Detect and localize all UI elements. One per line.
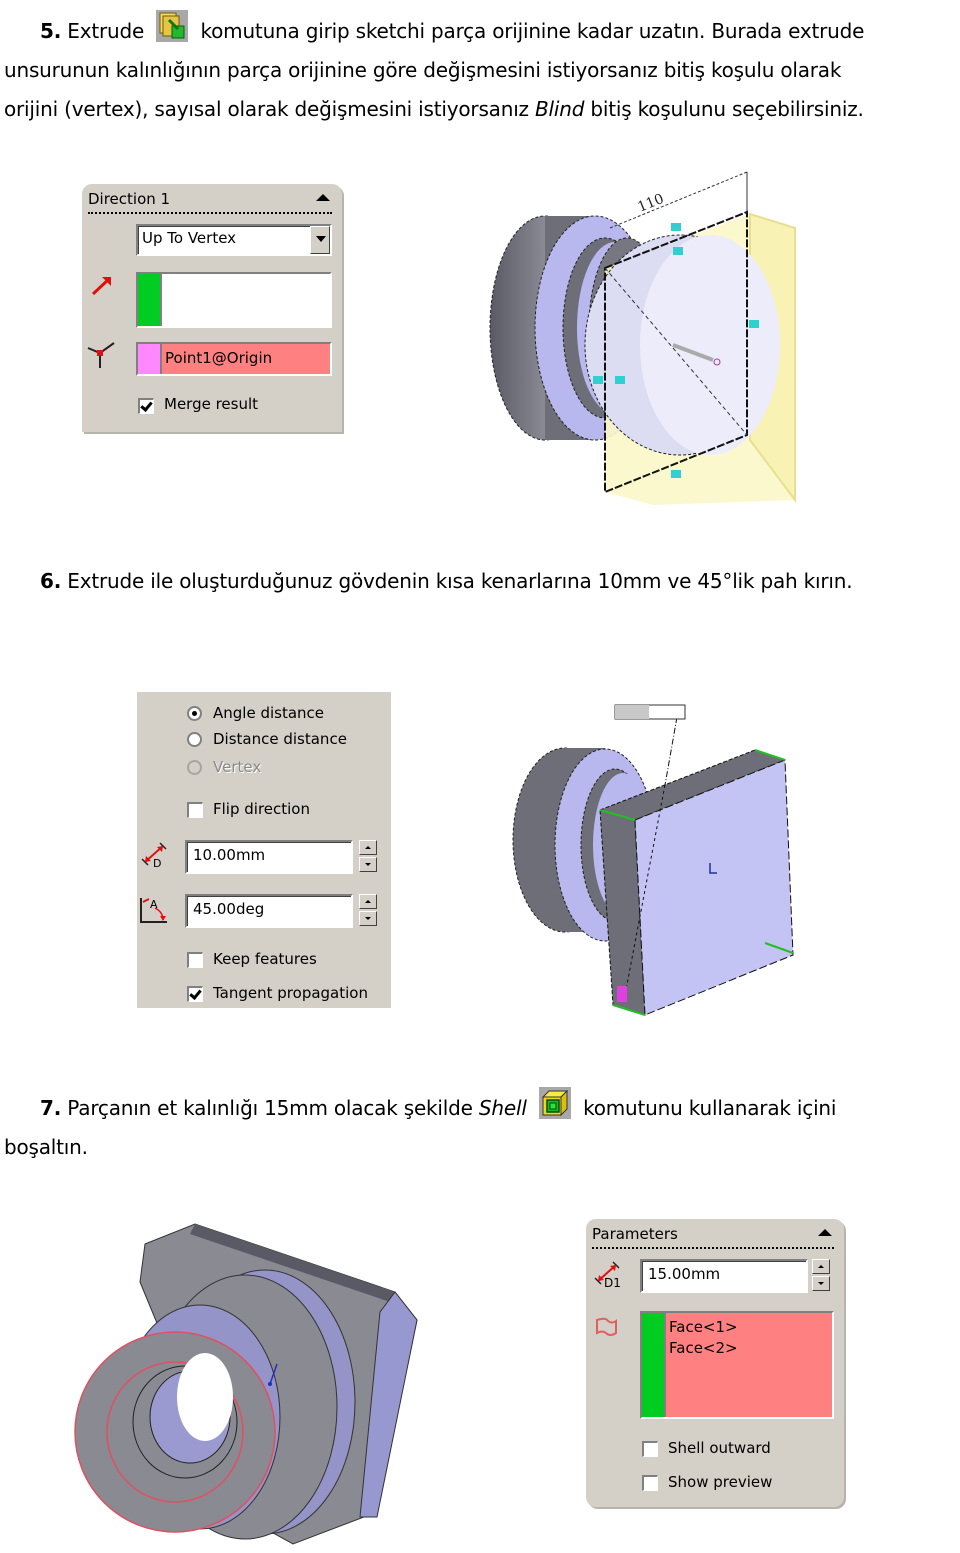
thickness-icon: D1 [594, 1261, 621, 1289]
panel-title: Parameters [592, 1225, 678, 1243]
divider [88, 212, 332, 214]
distance-spinner[interactable] [359, 840, 377, 874]
step5-text-extrude: Extrude [67, 19, 145, 43]
keep-features-checkbox[interactable] [187, 952, 203, 968]
extrude-preview-figure: 110 [489, 171, 796, 505]
distance-value: 10.00mm [193, 846, 266, 864]
spin-down-icon[interactable] [812, 1276, 830, 1291]
thickness-icon-label: D1 [604, 1276, 621, 1289]
faces-selection-box[interactable]: Face<1> Face<2> [640, 1311, 834, 1419]
spin-up-icon[interactable] [359, 840, 377, 855]
merge-result-checkbox[interactable] [138, 398, 154, 414]
step5-text-2: unsurunun kalınlığının parça orijinine g… [4, 58, 842, 82]
shell-result-figure [74, 1223, 418, 1545]
step5-text-3: orijini (vertex), sayısal olarak değişme… [4, 90, 960, 129]
angle-value: 45.00deg [193, 900, 265, 918]
end-condition-value: Up To Vertex [142, 229, 237, 247]
vertex-radio[interactable] [187, 760, 202, 775]
step7-text-shell: Shell [478, 1096, 527, 1120]
vertex-color-swatch [138, 344, 162, 374]
keep-features-label: Keep features [213, 950, 317, 968]
end-condition-dropdown[interactable]: Up To Vertex [136, 224, 332, 256]
faces-to-remove-icon [596, 1317, 617, 1336]
direction-arrow-icon[interactable] [90, 274, 116, 298]
tangent-propagation-checkbox[interactable] [187, 986, 203, 1002]
divider [592, 1247, 834, 1249]
vertex-selection-box[interactable]: Point1@Origin [136, 342, 332, 376]
distance-input[interactable]: 10.00mm [185, 840, 353, 874]
step5-number: 5. [40, 19, 62, 43]
faces-selection-list[interactable]: Face<1> Face<2> [666, 1313, 832, 1417]
direction-selection-list[interactable] [162, 274, 330, 326]
spin-down-icon[interactable] [359, 857, 377, 872]
panel-title: Direction 1 [88, 190, 171, 208]
step6-number: 6. [40, 569, 62, 593]
step6-paragraph: 6. Extrude ile oluşturduğunuz gövdenin k… [4, 562, 960, 601]
direction1-panel: Direction 1 Up To Vertex Point1@Origin M… [82, 184, 342, 432]
step5-text-1: komutuna girip sketchi parça orijinine k… [200, 19, 865, 43]
angle-icon-label: A [150, 898, 158, 911]
angle-distance-radio[interactable] [187, 706, 202, 721]
collapse-arrow-icon[interactable] [316, 194, 330, 201]
direction-selection-box[interactable] [136, 272, 332, 328]
thickness-spinner[interactable] [812, 1259, 830, 1293]
chevron-down-icon[interactable] [310, 226, 330, 254]
dimension-label: 110 [636, 191, 667, 216]
thickness-input[interactable]: 15.00mm [640, 1259, 808, 1293]
flip-direction-label: Flip direction [213, 800, 310, 818]
vertex-icon [87, 342, 115, 368]
vertex-selection-item: Point1@Origin [165, 349, 273, 367]
step7-text-1: Parçanın et kalınlığı 15mm olacak şekild… [67, 1096, 479, 1120]
face-item[interactable]: Face<2> [666, 1338, 832, 1359]
step5-text-3b: bitiş koşulunu seçebilirsiniz. [584, 97, 864, 121]
spin-down-icon[interactable] [359, 911, 377, 926]
angle-distance-label: Angle distance [213, 704, 325, 722]
step7-text-3: boşaltın. [4, 1135, 88, 1159]
shell-icon [538, 1087, 571, 1119]
step7-text-2: komutunu kullanarak içini [583, 1096, 837, 1120]
step6-text: Extrude ile oluşturduğunuz gövdenin kısa… [67, 569, 853, 593]
distance-icon: D [141, 842, 167, 870]
step5-text-3a: orijini (vertex), sayısal olarak değişme… [4, 97, 536, 121]
vertex-selection-list[interactable]: Point1@Origin [162, 344, 330, 374]
distance-icon-label: D [153, 857, 161, 870]
merge-result-label: Merge result [164, 395, 259, 413]
spin-up-icon[interactable] [812, 1259, 830, 1274]
angle-icon: A [140, 898, 167, 923]
step5-paragraph: 5. Extrude komutuna girip sketchi parça … [4, 10, 960, 129]
tangent-propagation-label: Tangent propagation [213, 984, 368, 1002]
faces-color-swatch [642, 1313, 666, 1417]
step5-text-blind: Blind [535, 97, 585, 121]
shell-outward-checkbox[interactable] [642, 1441, 658, 1457]
step7-number: 7. [40, 1096, 62, 1120]
show-preview-checkbox[interactable] [642, 1475, 658, 1491]
spin-up-icon[interactable] [359, 894, 377, 909]
step7-paragraph: 7. Parçanın et kalınlığı 15mm olacak şek… [4, 1087, 960, 1167]
face-item[interactable]: Face<1> [666, 1317, 832, 1338]
flip-direction-checkbox[interactable] [187, 802, 203, 818]
angle-spinner[interactable] [359, 894, 377, 928]
shell-outward-label: Shell outward [668, 1439, 771, 1457]
distance-distance-label: Distance distance [213, 730, 347, 748]
shell-parameters-panel: Parameters D1 15.00mm Face<1> Face<2> Sh… [586, 1219, 844, 1507]
thickness-value: 15.00mm [648, 1265, 721, 1283]
chamfer-panel: Angle distance Distance distance Vertex … [137, 692, 391, 1008]
show-preview-label: Show preview [668, 1473, 773, 1491]
angle-input[interactable]: 45.00deg [185, 894, 353, 928]
vertex-label: Vertex [213, 758, 262, 776]
extrude-icon [156, 10, 189, 42]
chamfer-preview-figure [512, 704, 794, 1016]
collapse-arrow-icon[interactable] [818, 1229, 832, 1236]
direction-color-swatch [138, 274, 162, 326]
distance-distance-radio[interactable] [187, 732, 202, 747]
